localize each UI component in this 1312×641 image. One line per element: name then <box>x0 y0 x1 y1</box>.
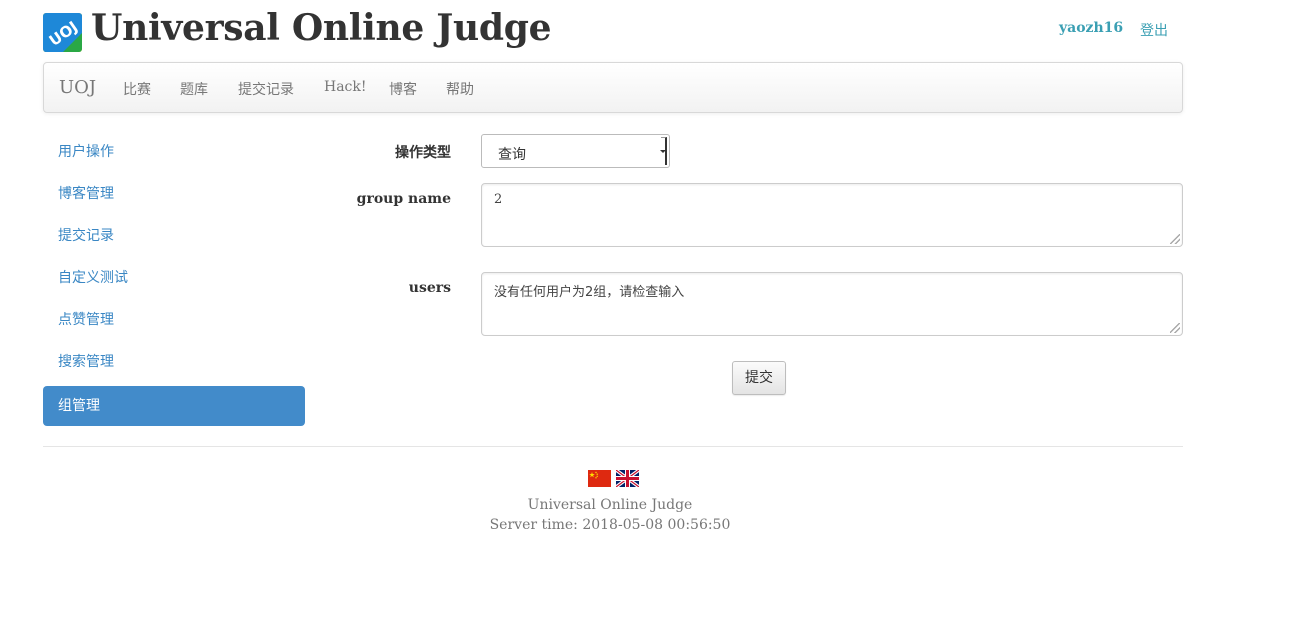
sidebar-item-custom-test[interactable]: 自定义测试 <box>43 258 305 298</box>
username-link[interactable]: yaozh16 <box>1059 20 1123 36</box>
users-textarea[interactable]: 没有任何用户为2组，请检查输入 <box>481 272 1183 336</box>
chevron-down-icon <box>660 137 667 165</box>
group-name-label: group name <box>356 191 451 207</box>
nav-item-contests[interactable]: 比赛 <box>123 79 151 99</box>
resize-grip-icon[interactable] <box>1170 323 1180 333</box>
sidebar-item-search-admin[interactable]: 搜索管理 <box>43 342 305 382</box>
users-label: users <box>408 280 451 296</box>
logout-link[interactable]: 登出 <box>1140 20 1168 40</box>
navbar-brand[interactable]: UOJ <box>59 77 96 98</box>
footer-site-name: Universal Online Judge <box>527 497 693 513</box>
uoj-logo-icon[interactable]: UOJ <box>43 13 82 52</box>
sidebar-item-likes-admin[interactable]: 点赞管理 <box>43 300 305 340</box>
nav-item-blogs[interactable]: 博客 <box>389 79 417 99</box>
group-name-value: 2 <box>494 192 503 207</box>
nav-item-hack[interactable]: Hack! <box>324 79 367 95</box>
resize-grip-icon[interactable] <box>1170 234 1180 244</box>
op-type-label: 操作类型 <box>395 145 451 161</box>
china-flag-icon[interactable] <box>588 470 611 487</box>
uk-flag-icon[interactable] <box>616 470 639 487</box>
sidebar-item-blog-admin[interactable]: 博客管理 <box>43 174 305 214</box>
op-type-select[interactable]: 查询 <box>481 134 670 168</box>
nav-item-submissions[interactable]: 提交记录 <box>238 79 294 99</box>
users-value: 没有任何用户为2组，请检查输入 <box>494 285 685 300</box>
nav-item-help[interactable]: 帮助 <box>446 79 474 99</box>
footer-divider <box>43 446 1183 447</box>
sidebar-item-submissions[interactable]: 提交记录 <box>43 216 305 256</box>
sidebar-item-group-admin[interactable]: 组管理 <box>43 386 305 426</box>
footer-server-time: Server time: 2018-05-08 00:56:50 <box>489 517 731 533</box>
main-navbar: UOJ 比赛 题库 提交记录 Hack! 博客 帮助 <box>43 62 1183 113</box>
submit-button[interactable]: 提交 <box>732 361 786 395</box>
group-name-textarea[interactable]: 2 <box>481 183 1183 247</box>
site-title[interactable]: Universal Online Judge <box>91 7 551 49</box>
nav-item-problems[interactable]: 题库 <box>180 79 208 99</box>
op-type-selected-value: 查询 <box>498 147 526 163</box>
sidebar-item-user-ops[interactable]: 用户操作 <box>43 132 305 172</box>
page: UOJ Universal Online Judge yaozh16 登出 UO… <box>0 0 1312 641</box>
